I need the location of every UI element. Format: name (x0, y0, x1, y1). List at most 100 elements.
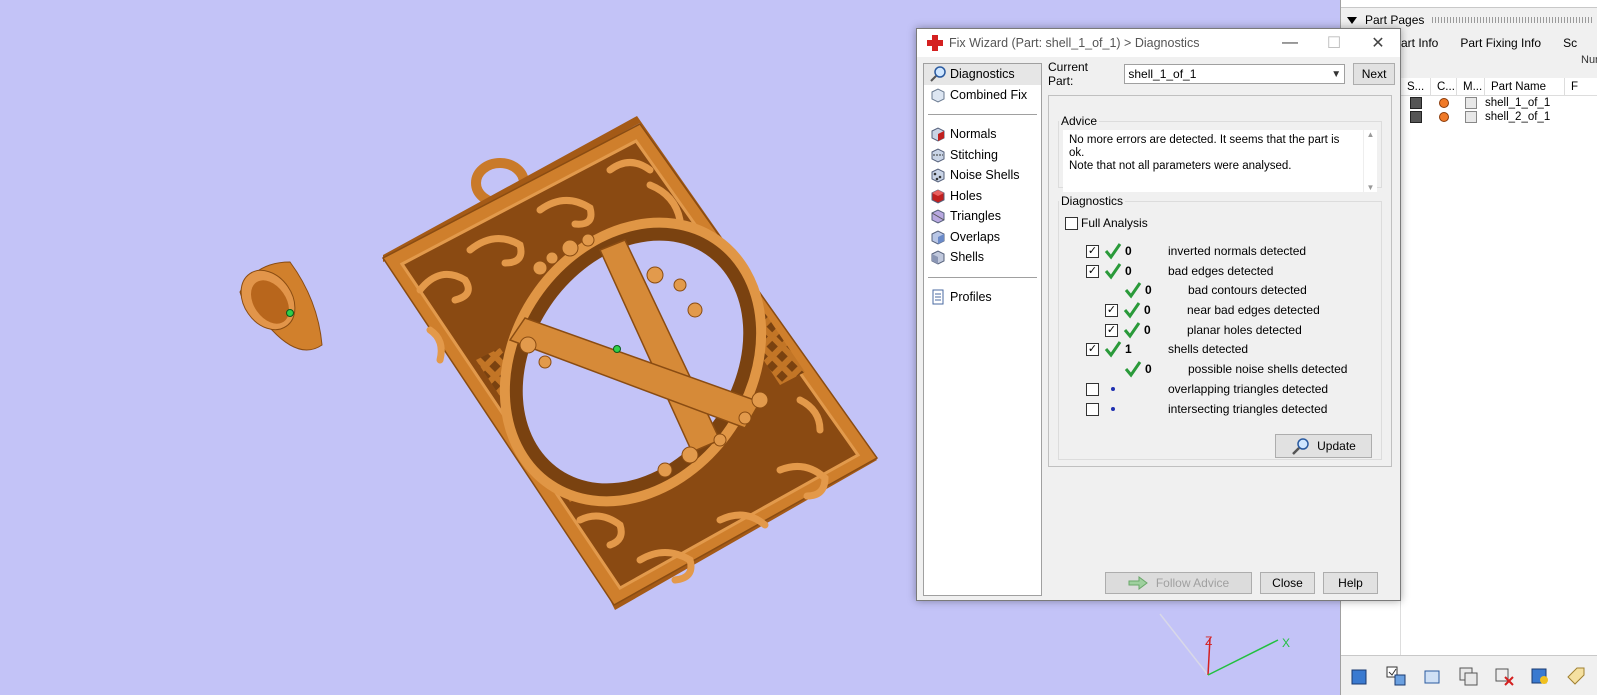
select-parts-icon[interactable] (1381, 661, 1411, 691)
advice-text-line1: No more errors are detected. It seems th… (1069, 134, 1340, 159)
color-part-icon[interactable] (1525, 661, 1555, 691)
mesh-cube-icon (1465, 97, 1477, 109)
close-button[interactable]: Close (1260, 572, 1315, 594)
diag-checkbox[interactable]: ✓ (1086, 244, 1099, 258)
nav-item-label: Noise Shells (950, 168, 1020, 183)
nav-item-noise-shells[interactable]: Noise Shells (924, 165, 1041, 186)
diag-checkbox[interactable]: ✓ (1105, 303, 1118, 317)
red-cross-app-icon (927, 35, 943, 51)
parts-table-header: S... C... M... Part Name F (1401, 78, 1597, 96)
move-part-icon[interactable] (1417, 661, 1447, 691)
wizard-nav: Diagnostics Combined Fix Normals Stitchi… (923, 63, 1042, 596)
diag-row-intersecting-triangles: intersecting triangles detected (1086, 400, 1327, 418)
chevron-down-icon: ▼ (1331, 68, 1342, 80)
diag-label: overlapping triangles detected (1168, 382, 1329, 396)
noise-shells-cube-icon (931, 168, 945, 183)
table-row[interactable]: shell_2_of_1 (1401, 110, 1597, 124)
nav-item-shells[interactable]: Shells (924, 247, 1041, 268)
magnifier-icon (1292, 438, 1309, 455)
delete-part-icon[interactable] (1489, 661, 1519, 691)
axis-z-label: Z (1205, 634, 1212, 648)
bail-part[interactable] (230, 260, 323, 351)
nav-item-normals[interactable]: Normals (924, 124, 1041, 145)
advice-scrollbar[interactable]: ▲ ▼ (1363, 130, 1377, 192)
follow-advice-button[interactable]: Follow Advice (1105, 572, 1252, 594)
diag-label: inverted normals detected (1168, 244, 1307, 258)
diag-row-bad-edges: ✓ 0 bad edges detected (1086, 262, 1273, 280)
next-button[interactable]: Next (1353, 63, 1395, 85)
diag-checkbox[interactable] (1086, 382, 1099, 396)
diag-row-overlapping-triangles: overlapping triangles detected (1086, 380, 1328, 398)
help-button[interactable]: Help (1323, 572, 1378, 594)
tab-sc[interactable]: Sc (1563, 36, 1577, 50)
scroll-down-icon[interactable]: ▼ (1367, 183, 1375, 192)
part-name: shell_2_of_1 (1485, 111, 1551, 123)
diag-row-shells: ✓ 1 shells detected (1086, 340, 1248, 358)
diag-label: intersecting triangles detected (1168, 402, 1328, 416)
diagnostics-frame: Advice No more errors are detected. It s… (1048, 95, 1392, 467)
diag-row-noise-shells: 0 possible noise shells detected (1124, 360, 1347, 378)
dialog-titlebar[interactable]: Fix Wizard (Part: shell_1_of_1) > Diagno… (917, 29, 1400, 57)
scroll-up-icon[interactable]: ▲ (1367, 130, 1375, 139)
dialog-footer: Follow Advice Close Help (1105, 572, 1378, 594)
diag-count: 0 (1144, 323, 1151, 337)
nav-item-label: Normals (950, 127, 997, 142)
current-part-value: shell_1_of_1 (1128, 67, 1197, 81)
update-label: Update (1317, 439, 1356, 453)
diag-checkbox[interactable]: ✓ (1086, 264, 1099, 278)
diag-row-inverted-normals: ✓ 0 inverted normals detected (1086, 242, 1306, 260)
part-pages-title: Part Pages (1365, 13, 1425, 27)
maximize-icon[interactable]: ☐ (1312, 29, 1356, 57)
dialog-title: Fix Wizard (Part: shell_1_of_1) > Diagno… (949, 36, 1200, 50)
nav-item-overlaps[interactable]: Overlaps (924, 227, 1041, 248)
copy-part-icon[interactable] (1453, 661, 1483, 691)
diag-checkbox[interactable]: ✓ (1105, 323, 1118, 337)
nav-separator (928, 114, 1037, 115)
col-s[interactable]: S... (1401, 78, 1431, 95)
pendant-part[interactable] (381, 116, 879, 610)
minimize-icon[interactable]: — (1268, 29, 1312, 57)
tab-part-fixing-info[interactable]: Part Fixing Info (1460, 36, 1541, 50)
table-row[interactable]: shell_1_of_1 (1401, 96, 1597, 110)
diag-checkbox[interactable]: ✓ (1086, 342, 1099, 356)
full-analysis-row[interactable]: Full Analysis (1065, 214, 1148, 232)
advice-text-box: No more errors are detected. It seems th… (1063, 130, 1363, 192)
label-part-icon[interactable] (1561, 661, 1591, 691)
tab-part-info[interactable]: art Info (1401, 36, 1438, 50)
current-part-select[interactable]: shell_1_of_1 ▼ (1124, 64, 1346, 84)
nav-item-profiles[interactable]: Profiles (924, 287, 1041, 308)
col-m[interactable]: M... (1457, 78, 1485, 95)
advice-legend: Advice (1061, 114, 1098, 128)
diag-count: 0 (1145, 362, 1152, 376)
nav-item-triangles[interactable]: Triangles (924, 206, 1041, 227)
update-button[interactable]: Update (1275, 434, 1372, 458)
col-f[interactable]: F (1565, 78, 1597, 95)
diagnostics-legend: Diagnostics (1061, 194, 1124, 208)
panel-top-strip (1341, 0, 1597, 8)
part-pages-header[interactable]: Part Pages (1347, 12, 1592, 28)
nav-item-label: Holes (950, 188, 982, 203)
diag-label: near bad edges detected (1187, 303, 1320, 317)
parts-table: shell_1_of_1 shell_2_of_1 (1401, 96, 1597, 656)
diag-label: planar holes detected (1187, 323, 1302, 337)
close-icon[interactable]: ✕ (1356, 29, 1400, 57)
nav-item-combined-fix[interactable]: Combined Fix (924, 85, 1041, 106)
col-c[interactable]: C... (1431, 78, 1457, 95)
nav-item-stitching[interactable]: Stitching (924, 145, 1041, 166)
diag-row-bad-contours: 0 bad contours detected (1124, 281, 1307, 299)
collapse-triangle-icon[interactable] (1347, 16, 1357, 24)
magnifier-icon (930, 66, 946, 82)
wizard-content: Current Part: shell_1_of_1 ▼ Next Advice… (1048, 60, 1395, 596)
holes-cube-icon (931, 189, 945, 204)
axis-triad: Z X (1159, 613, 1290, 676)
diag-checkbox[interactable] (1086, 402, 1099, 416)
nav-item-diagnostics[interactable]: Diagnostics (924, 64, 1041, 85)
col-part-name[interactable]: Part Name (1485, 78, 1565, 95)
nav-item-holes[interactable]: Holes (924, 186, 1041, 207)
color-dot-icon (1439, 112, 1449, 122)
full-analysis-label: Full Analysis (1081, 216, 1148, 230)
not-analysed-dot-icon (1111, 407, 1115, 411)
add-part-icon[interactable] (1345, 661, 1375, 691)
full-analysis-checkbox[interactable] (1065, 216, 1078, 230)
nav-item-label: Combined Fix (950, 87, 1028, 102)
